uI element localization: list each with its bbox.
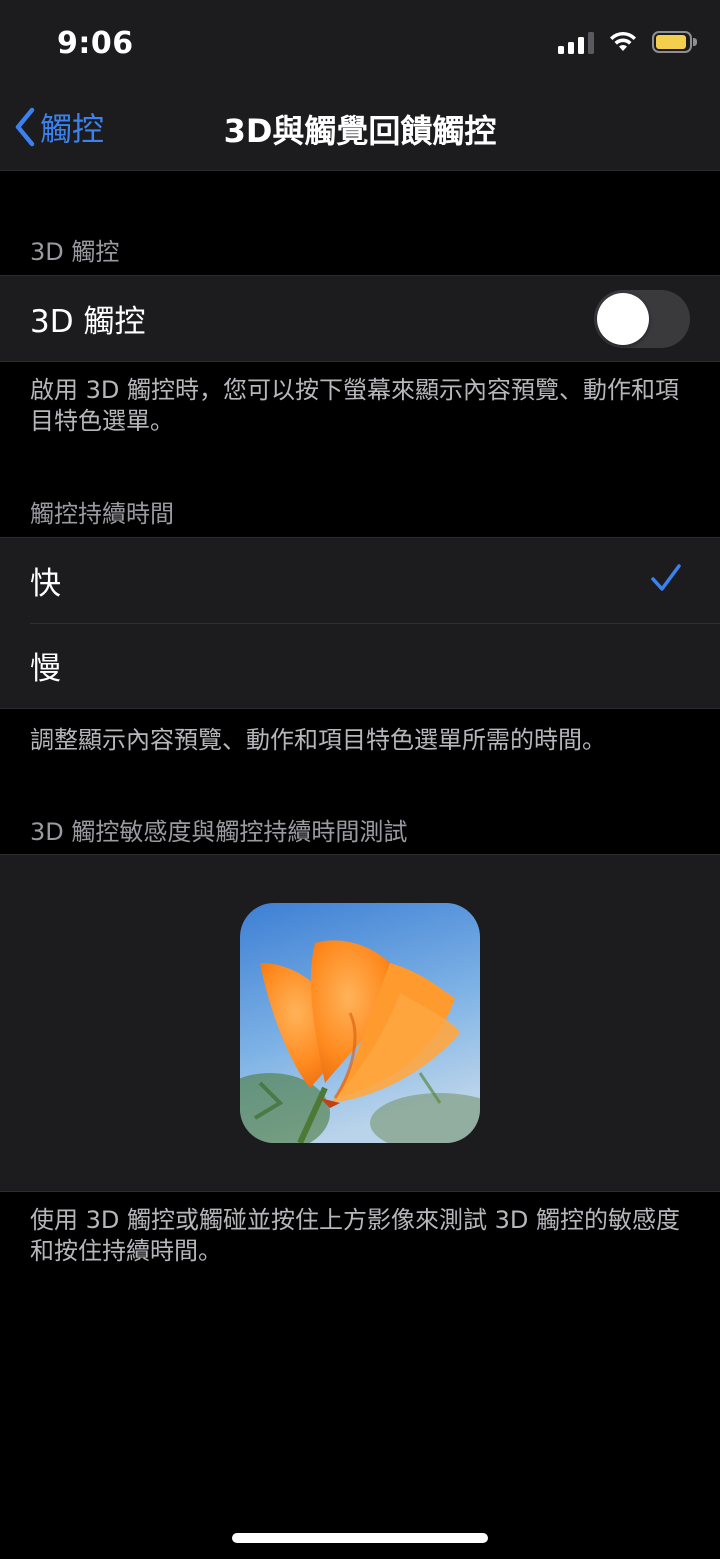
test-image[interactable] <box>240 903 480 1143</box>
status-icons <box>558 30 697 54</box>
status-time: 9:06 <box>57 26 134 61</box>
3d-touch-label: 3D 觸控 <box>30 304 146 340</box>
3d-touch-cell: 3D 觸控 <box>0 276 720 361</box>
wifi-icon <box>610 31 636 51</box>
duration-option-label: 快 <box>30 566 61 602</box>
duration-footer: 調整顯示內容預覽、動作和項目特色選單所需的時間。 <box>30 726 606 754</box>
battery-icon <box>652 31 697 53</box>
3d-touch-group: 3D 觸控 <box>0 275 720 362</box>
duration-option-fast[interactable]: 快 <box>0 538 720 623</box>
toggle-knob <box>597 293 649 345</box>
navigation-bar: 觸控 3D與觸覺回饋觸控 <box>0 88 720 171</box>
section-header-duration: 觸控持續時間 <box>30 500 174 528</box>
cellular-signal-icon <box>558 30 594 54</box>
3d-touch-toggle[interactable] <box>594 290 690 348</box>
duration-option-label: 慢 <box>30 651 61 687</box>
status-bar: 9:06 <box>0 0 720 88</box>
checkmark-icon <box>651 564 681 591</box>
3d-touch-footer: 啟用 3D 觸控時，您可以按下螢幕來顯示內容預覽、動作和項目特色選單。 <box>30 376 680 435</box>
home-indicator[interactable] <box>232 1533 488 1543</box>
duration-group: 快 慢 <box>0 537 720 709</box>
orange-poppy-flower-photo <box>240 903 480 1143</box>
duration-option-slow[interactable]: 慢 <box>0 623 720 708</box>
section-header-3d-touch: 3D 觸控 <box>30 238 120 266</box>
page-title: 3D與觸覺回饋觸控 <box>223 112 497 150</box>
test-footer: 使用 3D 觸控或觸碰並按住上方影像來測試 3D 觸控的敏感度和按住持續時間。 <box>30 1206 681 1265</box>
test-preview-area <box>0 854 720 1192</box>
section-header-test: 3D 觸控敏感度與觸控持續時間測試 <box>30 818 408 846</box>
